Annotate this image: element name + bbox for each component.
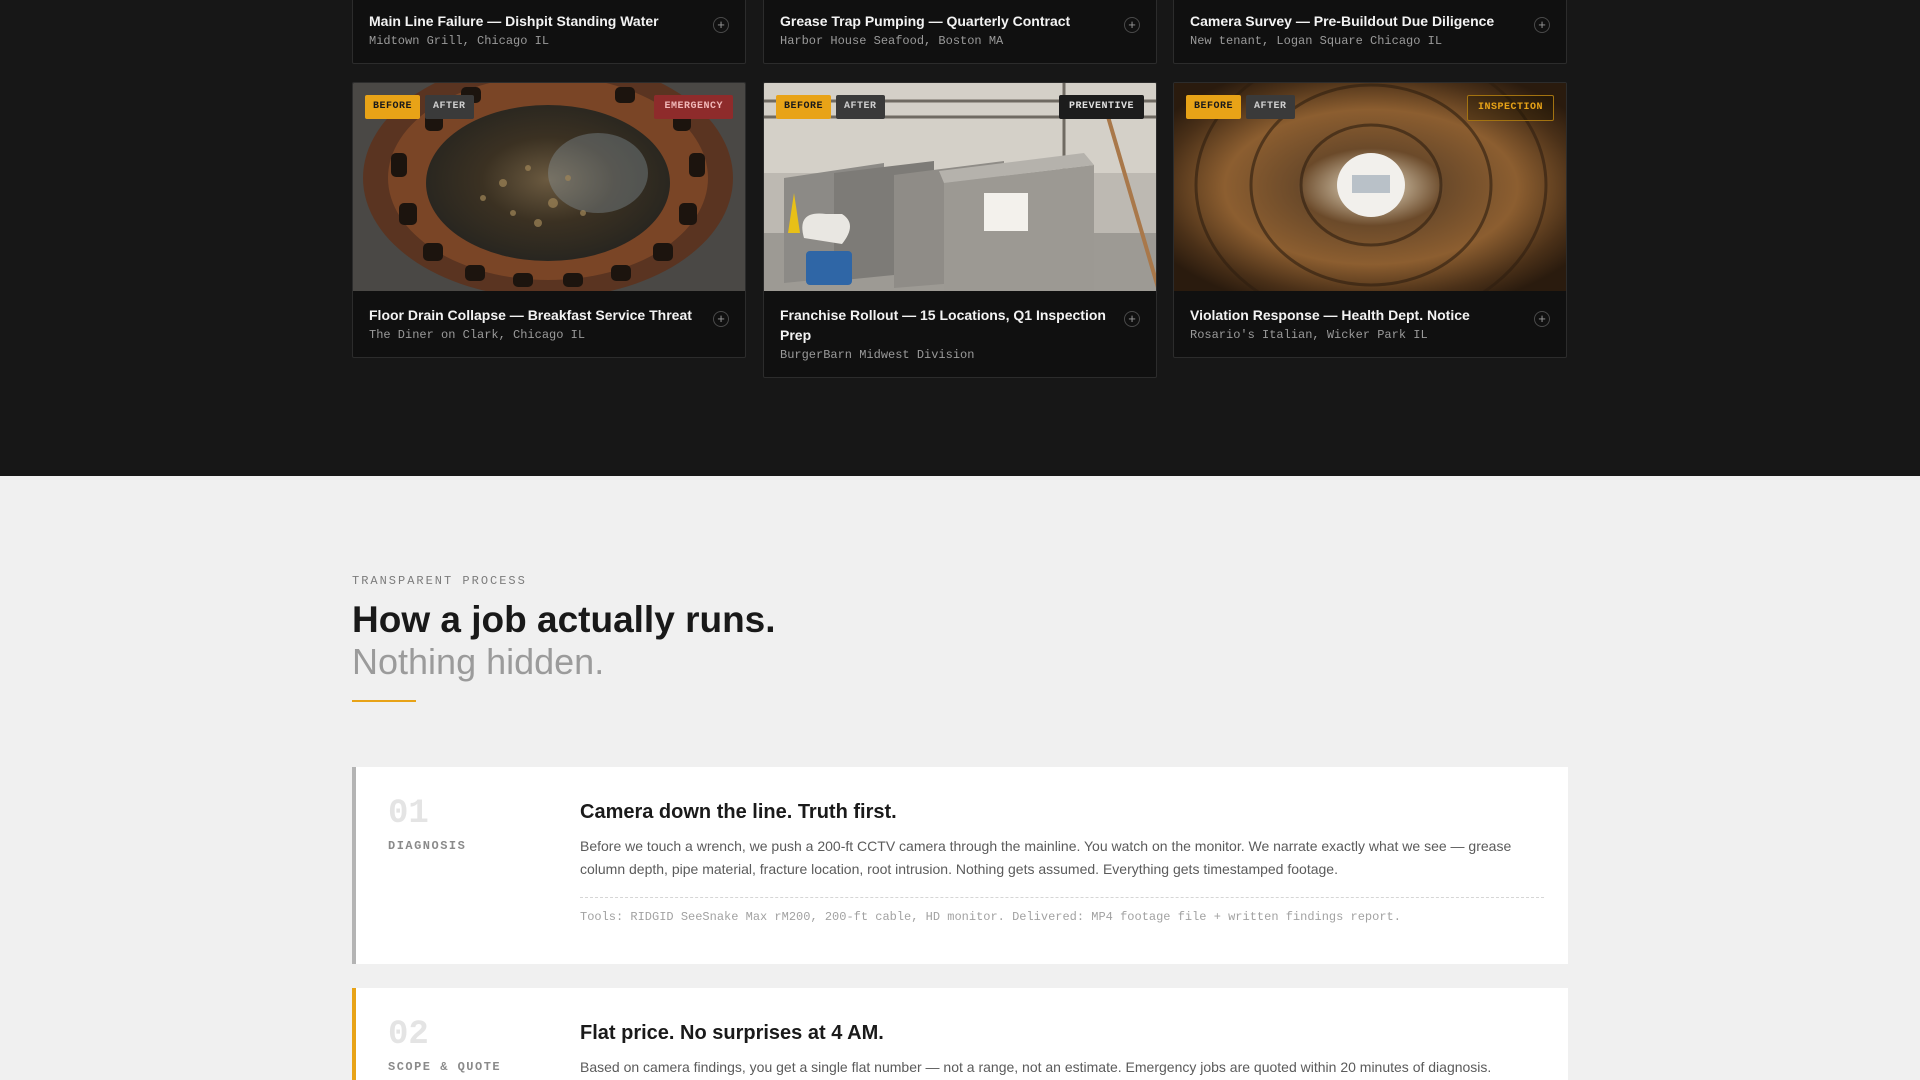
case-card-franchise[interactable]: BEFORE AFTER PREVENTIVE Franchise Rollou… [763,82,1157,378]
step-text: Before we touch a wrench, we push a 200-… [580,838,1512,877]
case-card-camera-survey[interactable]: Camera Survey — Pre-Buildout Due Diligen… [1173,0,1567,64]
before-badge[interactable]: BEFORE [365,95,421,119]
card-subtitle: Harbor House Seafood, Boston MA [780,34,1004,48]
case-card-violation[interactable]: BEFORE AFTER INSPECTION Violation Respon… [1173,82,1567,358]
after-badge[interactable]: AFTER [425,95,474,119]
plus-circle-icon[interactable]: + [1534,17,1550,33]
process-step-scope-quote[interactable]: 02 SCOPE & QUOTE Flat price. No surprise… [352,988,1568,1080]
accent-rule [352,700,416,702]
step-number: 02 [388,1016,429,1054]
card-title: Franchise Rollout — 15 Locations, Q1 Ins… [780,307,1106,343]
after-badge[interactable]: AFTER [1246,95,1295,119]
section-heading: How a job actually runs. [352,599,776,640]
section-eyebrow: TRANSPARENT PROCESS [352,574,527,588]
plus-circle-icon[interactable]: + [713,311,729,327]
step-title: Camera down the line. Truth first. [580,801,897,823]
card-title: Floor Drain Collapse — Breakfast Service… [369,307,692,323]
case-card-floor-drain[interactable]: BEFORE AFTER EMERGENCY Floor Drain Colla… [352,82,746,358]
card-title: Main Line Failure — Dishpit Standing Wat… [369,13,659,29]
step-label: DIAGNOSIS [388,839,467,853]
card-title: Violation Response — Health Dept. Notice [1190,307,1470,323]
plus-circle-icon[interactable]: + [1124,17,1140,33]
plus-circle-icon[interactable]: + [713,17,729,33]
plus-circle-icon[interactable]: + [1124,311,1140,327]
plus-circle-icon[interactable]: + [1534,311,1550,327]
card-title: Grease Trap Pumping — Quarterly Contract [780,13,1071,29]
card-subtitle: The Diner on Clark, Chicago IL [369,328,586,342]
case-card-main-line[interactable]: Main Line Failure — Dishpit Standing Wat… [352,0,746,64]
case-card-grease-trap[interactable]: Grease Trap Pumping — Quarterly Contract… [763,0,1157,64]
step-label: SCOPE & QUOTE [388,1060,502,1074]
grease-trap-photo: BEFORE AFTER PREVENTIVE [764,83,1156,291]
card-subtitle: New tenant, Logan Square Chicago IL [1190,34,1443,48]
step-text: Based on camera findings, you get a sing… [580,1059,1492,1075]
inspection-tag: INSPECTION [1466,95,1554,121]
step-title: Flat price. No surprises at 4 AM. [580,1022,884,1044]
after-badge[interactable]: AFTER [836,95,885,119]
drain-photo: BEFORE AFTER EMERGENCY [353,83,745,291]
emergency-tag: EMERGENCY [654,95,733,119]
card-subtitle: Rosario's Italian, Wicker Park IL [1190,328,1428,342]
before-badge[interactable]: BEFORE [776,95,832,119]
before-badge[interactable]: BEFORE [1186,95,1242,119]
pipe-camera-photo: BEFORE AFTER INSPECTION [1174,83,1566,291]
step-number: 01 [388,795,429,833]
preventive-tag: PREVENTIVE [1058,95,1144,119]
step-tools: Tools: RIDGID SeeSnake Max rM200, 200-ft… [580,897,1544,924]
card-title: Camera Survey — Pre-Buildout Due Diligen… [1190,13,1495,29]
section-subheading: Nothing hidden. [352,641,605,682]
process-step-diagnosis[interactable]: 01 DIAGNOSIS Camera down the line. Truth… [352,767,1568,964]
card-subtitle: Midtown Grill, Chicago IL [369,34,550,48]
card-subtitle: BurgerBarn Midwest Division [780,348,975,362]
